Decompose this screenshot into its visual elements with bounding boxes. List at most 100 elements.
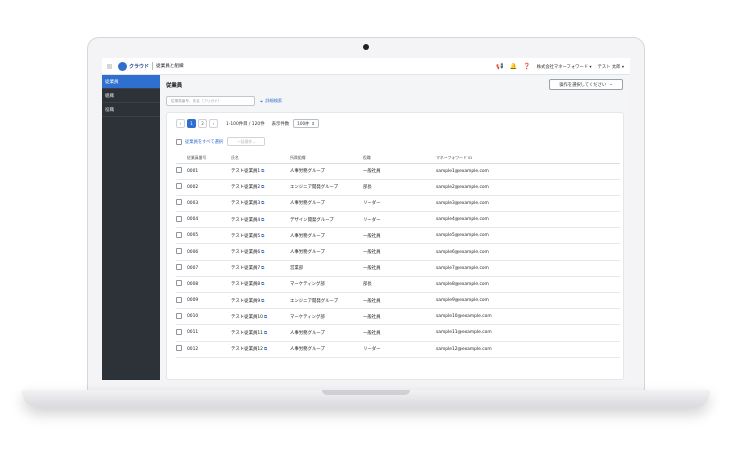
help-icon[interactable]: ❓: [523, 63, 530, 70]
external-link-icon[interactable]: ⧉: [261, 234, 264, 239]
row-checkbox-cell: [176, 341, 187, 358]
row-checkbox[interactable]: [176, 280, 182, 287]
row-checkbox[interactable]: [176, 345, 182, 352]
header-organization[interactable]: 所属組織: [290, 153, 363, 164]
chevron-down-icon: ⌄: [609, 82, 613, 87]
company-switcher[interactable]: 株式会社マネーフォワード ▾: [537, 64, 592, 70]
prev-page-button[interactable]: ‹: [176, 119, 185, 128]
row-checkbox[interactable]: [176, 312, 182, 319]
cell-mf-id-text: sample5@example.com: [436, 233, 489, 239]
external-link-icon[interactable]: ⧉: [261, 299, 264, 304]
row-checkbox-cell: [176, 163, 187, 180]
app-title: 従業員と組織: [156, 64, 184, 69]
bulk-action-button[interactable]: 一括操作 ⌄: [227, 137, 266, 146]
header-position[interactable]: 役職: [363, 153, 436, 164]
cell-name-text[interactable]: テスト従業員7: [231, 266, 260, 271]
cell-employee-number: 0003: [187, 195, 231, 213]
cell-employee-number-text: 0005: [187, 233, 199, 239]
page-button-2[interactable]: 2: [198, 119, 207, 128]
cell-name: テスト従業員1⧉: [231, 163, 290, 180]
cell-employee-number: 0006: [187, 243, 231, 261]
row-checkbox[interactable]: [176, 215, 182, 222]
select-all-link[interactable]: 従業員をすべて選択: [185, 139, 223, 145]
cell-organization: エンジニア開発グループ: [290, 292, 363, 310]
sidebar-item-organizations[interactable]: 組織: [102, 89, 160, 103]
row-checkbox[interactable]: [176, 328, 182, 335]
cell-organization: エンジニア開発グループ: [290, 179, 363, 196]
per-page-value: 100件: [297, 120, 310, 126]
cell-mf-id-text: sample12@example.com: [436, 346, 492, 352]
row-checkbox[interactable]: [176, 183, 182, 190]
row-checkbox[interactable]: [176, 248, 182, 255]
next-page-button[interactable]: ›: [209, 119, 218, 128]
row-checkbox[interactable]: [176, 296, 182, 303]
external-link-icon[interactable]: ⧉: [261, 282, 264, 287]
cell-name-text[interactable]: テスト従業員10: [231, 315, 263, 320]
sidebar-item-employees[interactable]: 従業員: [102, 75, 160, 89]
external-link-icon[interactable]: ⧉: [261, 169, 264, 174]
cell-name-text[interactable]: テスト従業員3: [231, 201, 260, 206]
cell-name-text[interactable]: テスト従業員6: [231, 250, 260, 255]
cell-position: 一般社員: [363, 324, 436, 342]
app-grid-icon[interactable]: [107, 63, 112, 69]
cell-name: テスト従業員10⧉: [231, 308, 290, 326]
cell-name-text[interactable]: テスト従業員11: [231, 331, 263, 336]
row-checkbox[interactable]: [176, 231, 182, 238]
app-screen: クラウド 従業員と組織 📢 🔔 ❓ 株式会社マネーフォワード ▾ テスト 太郎 …: [102, 58, 630, 380]
cell-employee-number-text: 0006: [187, 249, 199, 255]
laptop-base-notch: [322, 390, 410, 395]
pagination: ‹ 1 2 › 1-100件目 / 120件 表示件数 100件 ⇕: [176, 119, 319, 128]
external-link-icon[interactable]: ⧉: [264, 347, 267, 352]
chevron-down-icon: ▾: [589, 64, 592, 70]
external-link-icon[interactable]: ⧉: [264, 315, 267, 320]
row-checkbox-cell: [176, 195, 187, 213]
select-all-checkbox[interactable]: [176, 138, 182, 145]
header-name[interactable]: 氏名: [231, 153, 290, 164]
cell-mf-id-text: sample8@example.com: [436, 281, 489, 287]
external-link-icon[interactable]: ⧉: [261, 185, 264, 190]
cell-position: 一般社員: [363, 163, 436, 180]
header-employee-number[interactable]: 従業員番号: [187, 153, 231, 164]
advanced-search-link[interactable]: ⏷ 詳細検索: [260, 98, 282, 104]
row-checkbox[interactable]: [176, 167, 182, 174]
row-checkbox[interactable]: [176, 199, 182, 206]
page-title: 従業員: [166, 83, 183, 89]
cell-mf-id-text: sample2@example.com: [436, 184, 489, 190]
cell-mf-id-text: sample1@example.com: [436, 168, 489, 174]
bulk-actions: 従業員をすべて選択 一括操作 ⌄: [176, 137, 266, 146]
external-link-icon[interactable]: ⧉: [264, 331, 267, 336]
cell-position-text: 部長: [363, 185, 372, 191]
cell-organization: マーケティング部: [290, 308, 363, 326]
cell-name-text[interactable]: テスト従業員4: [231, 218, 260, 223]
external-link-icon[interactable]: ⧉: [261, 250, 264, 255]
per-page-select[interactable]: 100件 ⇕: [293, 119, 319, 128]
external-link-icon[interactable]: ⧉: [261, 218, 264, 223]
megaphone-icon[interactable]: 📢: [496, 63, 503, 70]
search-input[interactable]: [171, 99, 254, 103]
cell-mf-id-text: sample6@example.com: [436, 249, 489, 255]
bulk-action-label: 一括操作: [237, 138, 253, 144]
header-mf-id[interactable]: マネーフォワード ID: [436, 153, 620, 164]
page-button-1[interactable]: 1: [187, 119, 196, 128]
main-content: 従業員 操作を選択してください ⌄ ⏷ 詳細検索 ‹ 1 2 › 1-100件目…: [160, 75, 630, 380]
row-checkbox-cell: [176, 324, 187, 342]
cell-name-text[interactable]: テスト従業員9: [231, 299, 260, 304]
cell-position: リーダー: [363, 195, 436, 213]
cell-name-text[interactable]: テスト従業員12: [231, 347, 263, 352]
row-checkbox[interactable]: [176, 264, 182, 271]
bell-icon[interactable]: 🔔: [510, 63, 517, 70]
sidebar-item-positions[interactable]: 役職: [102, 103, 160, 117]
cell-employee-number: 0004: [187, 211, 231, 229]
table-row: 0003 テスト従業員3⧉ 人事労務グループ リーダー sample3@example.…: [176, 195, 620, 213]
cell-name-text[interactable]: テスト従業員5: [231, 234, 260, 239]
table-header-row: 従業員番号 氏名 所属組織 役職 マネーフォワード ID: [176, 153, 620, 164]
external-link-icon[interactable]: ⧉: [261, 266, 264, 271]
action-select-button[interactable]: 操作を選択してください ⌄: [549, 79, 623, 90]
cell-position-text: リーダー: [363, 201, 381, 207]
user-menu[interactable]: テスト 太郎 ▾: [598, 64, 624, 70]
external-link-icon[interactable]: ⧉: [261, 201, 264, 206]
cell-name-text[interactable]: テスト従業員2: [231, 185, 260, 190]
cell-name-text[interactable]: テスト従業員8: [231, 282, 260, 287]
logo-text: クラウド: [129, 63, 150, 70]
cell-name-text[interactable]: テスト従業員1: [231, 169, 260, 174]
